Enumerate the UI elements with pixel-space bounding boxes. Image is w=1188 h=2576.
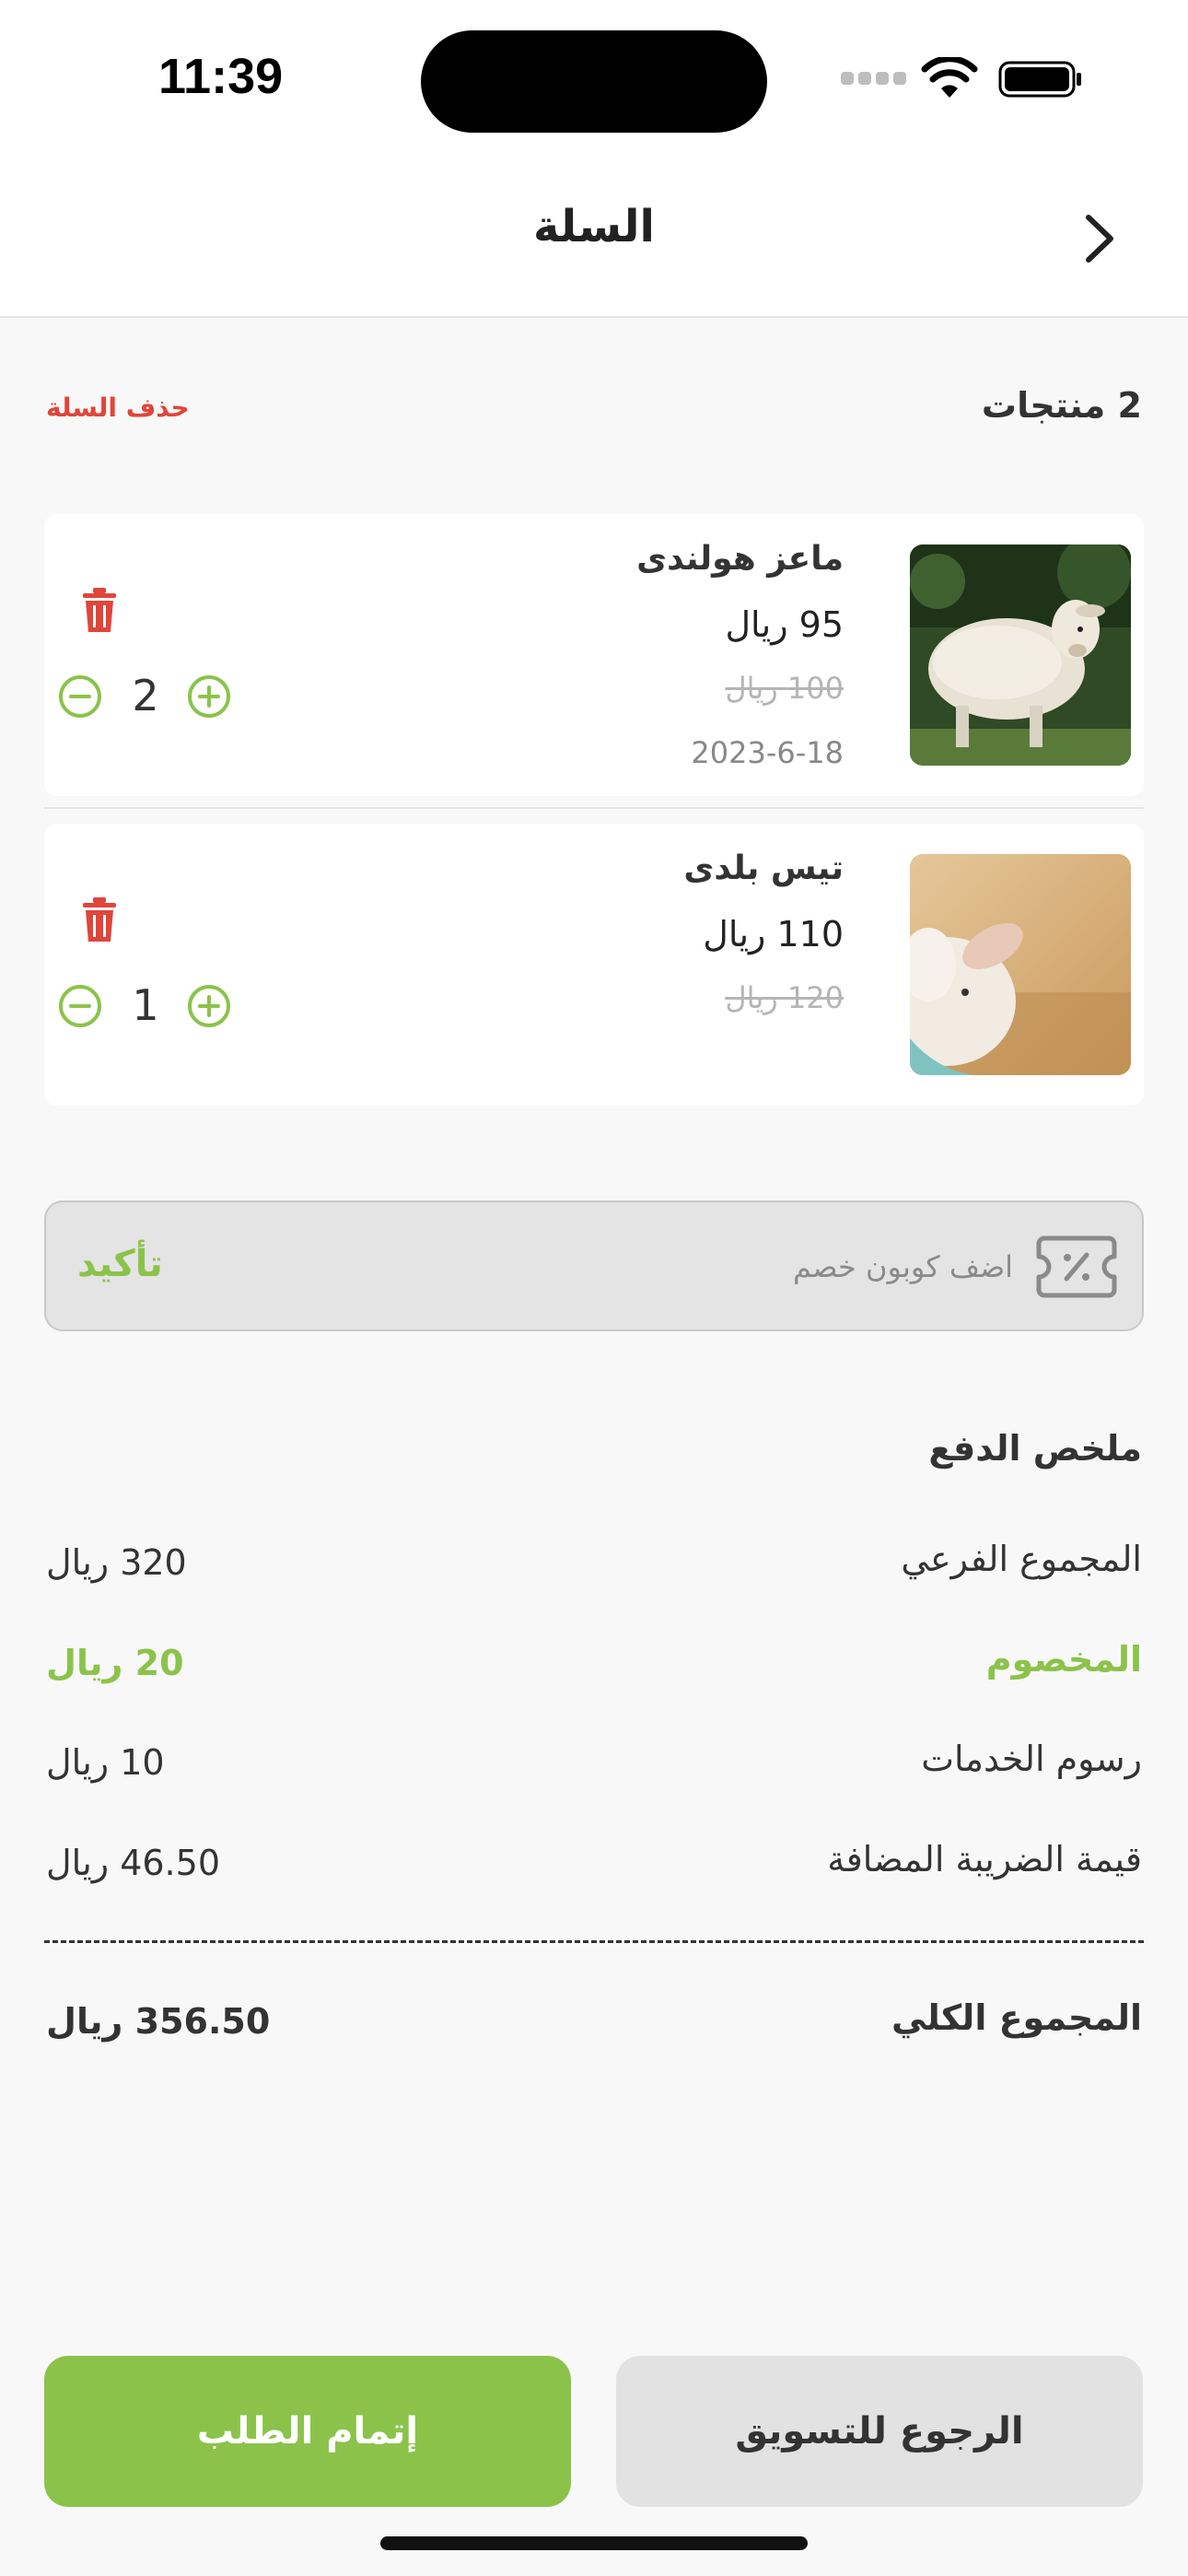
total-value: 356.50 ريال xyxy=(46,2001,271,2042)
discount-value: 20 ريال xyxy=(46,1643,184,1683)
increase-quantity-button[interactable] xyxy=(187,984,231,1028)
vat-label: قيمة الضريبة المضافة xyxy=(827,1839,1142,1879)
coupon-input[interactable] xyxy=(276,1244,1013,1290)
dynamic-island xyxy=(421,30,767,133)
chevron-right-icon[interactable] xyxy=(1077,212,1122,265)
clear-cart-button[interactable]: حذف السلة xyxy=(46,392,190,423)
cart-item-card: تيس بلدى 110 ريال 120 ريال 1 xyxy=(44,824,1144,1106)
cellular-signal-icon xyxy=(841,72,906,85)
decrease-quantity-button[interactable] xyxy=(58,984,102,1028)
checkout-button[interactable]: إتمام الطلب xyxy=(44,2356,571,2507)
vat-value: 46.50 ريال xyxy=(46,1843,220,1883)
status-time: 11:39 xyxy=(158,49,284,104)
subtotal-value: 320 ريال xyxy=(46,1542,187,1583)
product-date: 2023-6-18 xyxy=(691,735,844,770)
product-name: ماعز هولندى xyxy=(636,540,844,578)
continue-shopping-button[interactable]: الرجوع للتسويق xyxy=(616,2356,1143,2507)
product-image-sheep xyxy=(910,544,1131,766)
page-title: السلة xyxy=(532,201,656,252)
quantity-value: 2 xyxy=(132,671,159,720)
coupon-ticket-icon xyxy=(1036,1235,1117,1298)
service-fee-value: 10 ريال xyxy=(46,1742,165,1783)
home-indicator xyxy=(380,2536,808,2550)
product-price: 95 ريال xyxy=(725,604,844,645)
battery-icon xyxy=(998,61,1081,98)
product-price: 110 ريال xyxy=(703,914,844,954)
coupon-confirm-button[interactable]: تأكيد xyxy=(77,1243,163,1285)
item-divider xyxy=(44,807,1144,809)
summary-divider xyxy=(44,1940,1144,1943)
increase-quantity-button[interactable] xyxy=(187,674,231,719)
wifi-icon xyxy=(921,57,978,98)
product-image-lamb xyxy=(910,854,1131,1075)
service-fee-label: رسوم الخدمات xyxy=(921,1739,1142,1779)
product-old-price: 120 ريال xyxy=(725,980,844,1015)
payment-summary-title: ملخص الدفع xyxy=(928,1428,1142,1469)
subtotal-label: المجموع الفرعي xyxy=(901,1539,1142,1579)
product-old-price: 100 ريال xyxy=(725,671,844,706)
discount-label: المخصوم xyxy=(985,1639,1142,1680)
cart-item-card: ماعز هولندى 95 ريال 100 ريال 2023-6-18 2 xyxy=(44,514,1144,796)
total-label: المجموع الكلي xyxy=(891,1997,1142,2038)
trash-icon[interactable] xyxy=(79,586,120,634)
quantity-value: 1 xyxy=(132,980,159,1030)
cart-item-count: 2 منتجات xyxy=(981,385,1142,426)
trash-icon[interactable] xyxy=(79,896,120,943)
product-name: تيس بلدى xyxy=(683,849,844,887)
decrease-quantity-button[interactable] xyxy=(58,674,102,719)
